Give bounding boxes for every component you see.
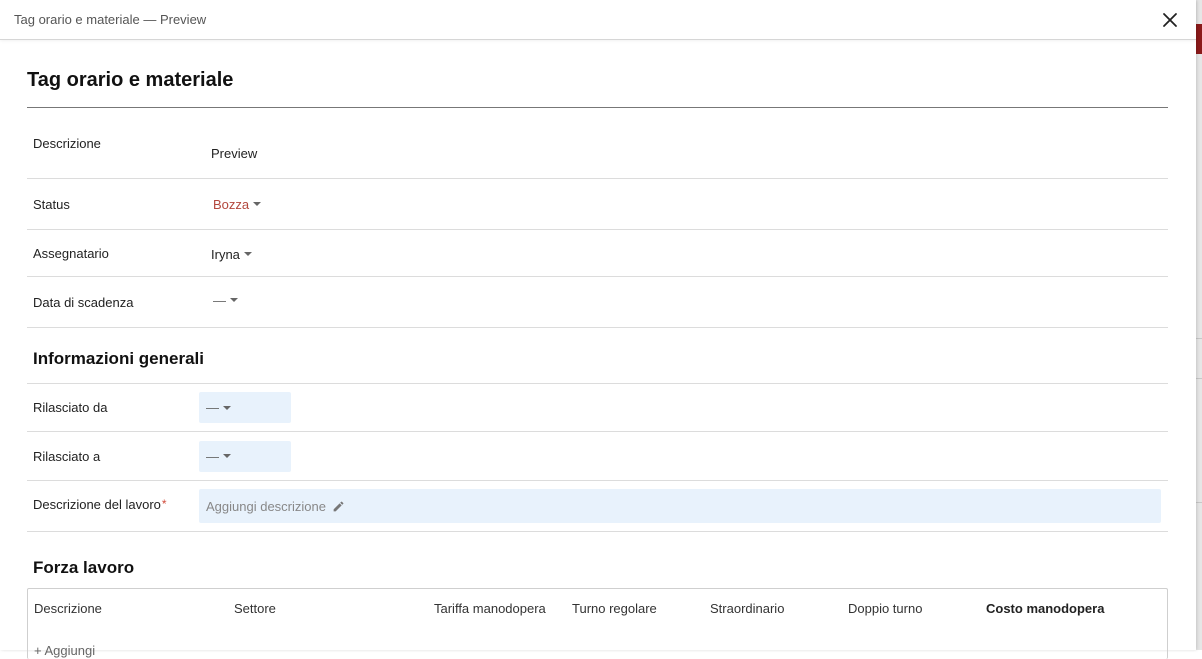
field-label: Descrizione — [33, 135, 101, 151]
field-descrizione: Descrizione Preview — [27, 108, 1168, 179]
background-accent — [1196, 24, 1202, 54]
caret-down-icon — [223, 405, 231, 410]
descrizione-lavoro-input[interactable]: Aggiungi descrizione — [199, 489, 1161, 523]
column-header[interactable]: Costo manodopera — [986, 601, 1126, 616]
rilasciato-da-dropdown[interactable]: — — [199, 392, 291, 423]
background-app-edge — [1196, 0, 1202, 650]
descrizione-lavoro-container: Aggiungi descrizione — [199, 489, 1168, 523]
field-label: Rilasciato da — [33, 400, 108, 415]
column-header[interactable]: Descrizione — [28, 601, 234, 616]
field-label: Data di scadenza — [33, 294, 134, 310]
section-title-general: Informazioni generali — [27, 328, 1168, 384]
column-header[interactable]: Turno regolare — [572, 601, 710, 616]
scadenza-value: — — [213, 292, 226, 308]
background-tick — [1196, 378, 1202, 379]
modal-content: Tag orario e materiale Descrizione Previ… — [27, 40, 1168, 659]
close-icon[interactable] — [1162, 12, 1178, 28]
rilasciato-a-value: — — [206, 448, 219, 464]
column-header[interactable]: Straordinario — [710, 601, 848, 616]
add-row-button[interactable]: + Aggiungi — [34, 643, 95, 658]
descrizione-lavoro-placeholder: Aggiungi descrizione — [206, 498, 326, 514]
page-title: Tag orario e materiale — [27, 40, 1168, 108]
descrizione-value[interactable]: Preview — [199, 126, 1168, 161]
table-header: Descrizione Settore Tariffa manodopera T… — [28, 589, 1167, 616]
assegnatario-dropdown[interactable]: Iryna — [199, 245, 1168, 262]
caret-down-icon — [243, 252, 252, 256]
scadenza-dropdown[interactable]: — — [199, 293, 1168, 308]
field-label: Rilasciato a — [33, 448, 101, 464]
rilasciato-da-value: — — [206, 400, 219, 415]
modal-header: Tag orario e materiale — Preview — [0, 0, 1196, 40]
rilasciato-a-container: — — [199, 440, 1168, 472]
column-header[interactable]: Settore — [234, 601, 434, 616]
preview-modal: Tag orario e materiale — Preview Tag ora… — [0, 0, 1196, 659]
assegnatario-value: Iryna — [211, 246, 240, 262]
field-rilasciato-da: Rilasciato da — — [27, 384, 1168, 432]
caret-down-icon — [223, 454, 231, 458]
field-label: Status — [33, 196, 70, 212]
background-tick — [1196, 502, 1202, 503]
field-status: Status Bozza — [27, 179, 1168, 230]
rilasciato-a-dropdown[interactable]: — — [199, 440, 291, 472]
field-descrizione-lavoro: Descrizione del lavoro* Aggiungi descriz… — [27, 481, 1168, 532]
field-label: Descrizione del lavoro* — [27, 497, 199, 512]
rilasciato-da-container: — — [199, 392, 1168, 423]
required-marker: * — [161, 496, 167, 511]
status-dropdown[interactable]: Bozza — [199, 197, 1168, 212]
column-header[interactable]: Doppio turno — [848, 601, 986, 616]
caret-down-icon — [230, 298, 238, 302]
field-rilasciato-a: Rilasciato a — — [27, 432, 1168, 481]
field-assegnatario: Assegnatario Iryna — [27, 230, 1168, 277]
pencil-icon[interactable] — [332, 500, 345, 513]
descrizione-lavoro-label: Descrizione del lavoro — [33, 496, 161, 512]
modal-title: Tag orario e materiale — Preview — [14, 12, 207, 27]
status-value: Bozza — [213, 196, 250, 212]
background-tick — [1196, 338, 1202, 339]
caret-down-icon — [253, 202, 262, 206]
field-label: Assegnatario — [33, 245, 109, 261]
column-header[interactable]: Tariffa manodopera — [434, 601, 572, 616]
workforce-table: Descrizione Settore Tariffa manodopera T… — [27, 588, 1168, 659]
field-scadenza: Data di scadenza — — [27, 277, 1168, 328]
section-title-workforce: Forza lavoro — [33, 558, 135, 577]
